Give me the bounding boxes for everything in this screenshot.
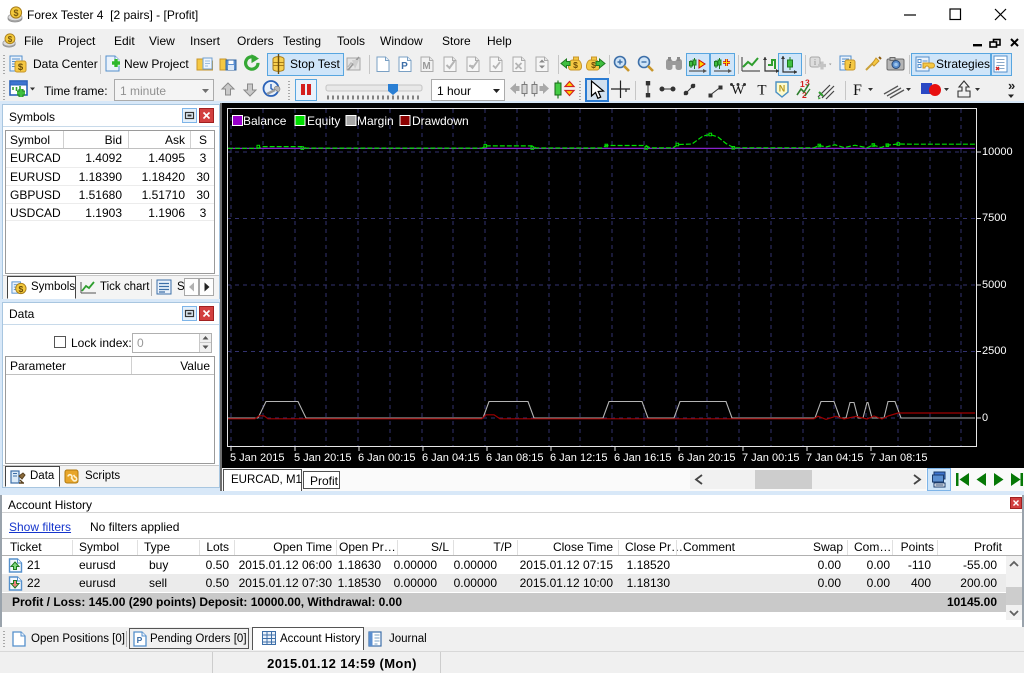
svg-text:$: $ (573, 60, 578, 70)
svg-text:M: M (422, 61, 430, 72)
svg-text:P: P (401, 61, 408, 72)
svg-text:T: T (757, 83, 766, 99)
svg-text:$: $ (591, 60, 596, 70)
svg-text:»: » (1008, 78, 1015, 93)
svg-text:F: F (853, 82, 862, 99)
svg-text:$: $ (13, 8, 18, 18)
svg-text:$: $ (19, 284, 24, 294)
svg-text:$: $ (18, 62, 24, 73)
svg-text:P: P (137, 635, 143, 645)
svg-text:N: N (779, 84, 786, 94)
